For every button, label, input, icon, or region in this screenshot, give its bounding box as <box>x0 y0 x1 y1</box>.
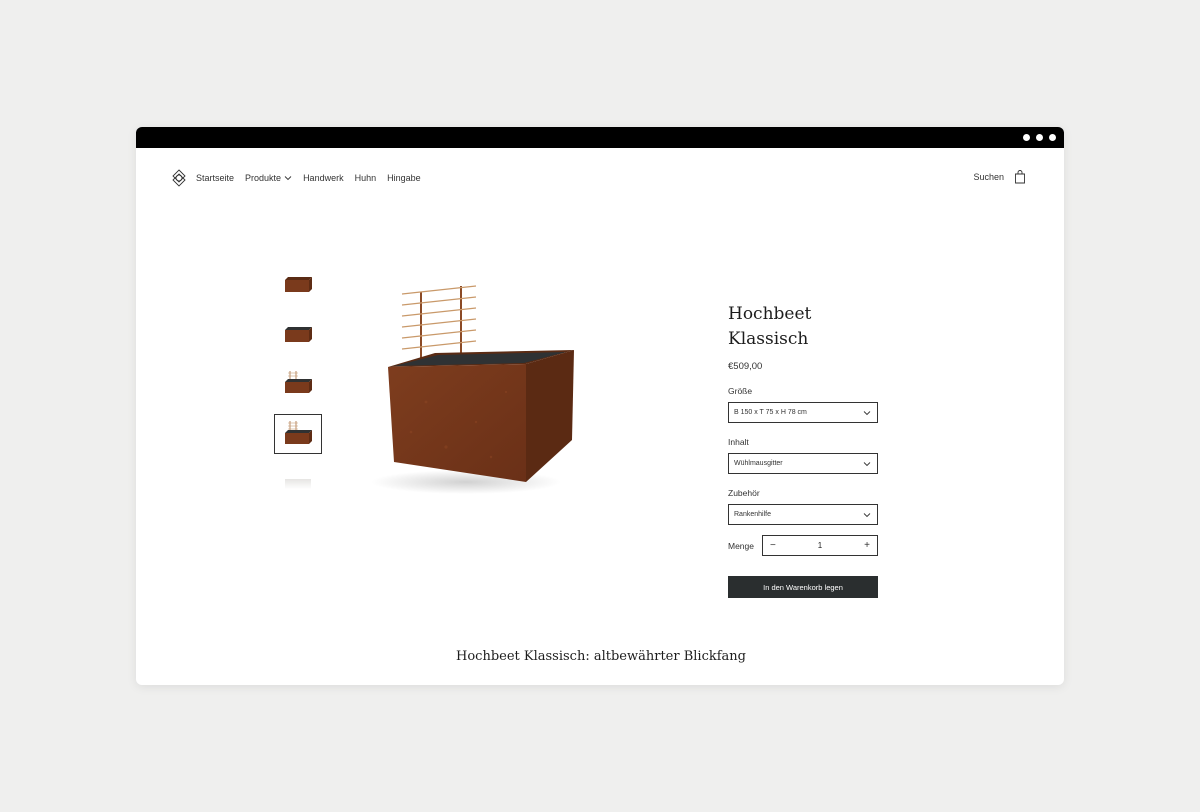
chevron-down-icon <box>863 512 871 517</box>
nav-link-hingabe[interactable]: Hingabe <box>387 173 421 183</box>
quantity-label: Menge <box>728 540 754 551</box>
product-price: €509,00 <box>728 361 763 372</box>
add-to-cart-button[interactable]: In den Warenkorb legen <box>728 576 878 598</box>
main-product-image <box>371 285 574 494</box>
quantity-row: Menge − 1 + <box>728 535 878 556</box>
section-heading: Hochbeet Klassisch: altbewährter Blickfa… <box>456 649 746 664</box>
thumbnail-5[interactable] <box>274 464 322 504</box>
product-title: Hochbeet Klassisch <box>728 302 878 352</box>
thumbnail-1[interactable] <box>274 264 322 304</box>
content-select-value: Wühlmausgitter <box>734 460 783 467</box>
product-title-line2: Klassisch <box>728 329 809 349</box>
content-label: Inhalt <box>728 437 749 447</box>
chevron-down-icon <box>863 410 871 415</box>
planter-thumbnail-image <box>285 277 312 292</box>
nav-link-produkte[interactable]: Produkte <box>245 173 292 183</box>
size-select-value: B 150 x T 75 x H 78 cm <box>734 409 807 416</box>
quantity-stepper[interactable]: − 1 + <box>762 535 878 556</box>
chevron-down-icon <box>863 461 871 466</box>
content-select[interactable]: Wühlmausgitter <box>728 453 878 474</box>
window-titlebar <box>136 127 1064 148</box>
nav-link-startseite[interactable]: Startseite <box>196 173 234 183</box>
product-title-line1: Hochbeet <box>728 304 812 324</box>
planter-thumbnail-image <box>285 421 312 444</box>
nav-link-produkte-label: Produkte <box>245 173 282 183</box>
search-link[interactable]: Suchen <box>973 172 1004 182</box>
browser-window: Startseite Produkte Handwerk Huhn Hingab… <box>136 127 1064 685</box>
size-label: Größe <box>728 386 753 396</box>
plus-icon[interactable]: + <box>864 540 870 551</box>
planter-thumbnail-image <box>285 327 312 342</box>
shopping-bag-icon[interactable] <box>1014 170 1026 184</box>
minus-icon[interactable]: − <box>770 540 776 551</box>
planter-thumbnail-image <box>285 479 311 489</box>
product-details: Hochbeet Klassisch €509,00 Größe B 150 x… <box>728 302 878 598</box>
accessory-select[interactable]: Rankenhilfe <box>728 504 878 525</box>
nav-link-handwerk[interactable]: Handwerk <box>303 173 344 183</box>
more-dots-icon[interactable] <box>1023 134 1056 141</box>
thumbnail-3[interactable] <box>274 364 322 404</box>
thumbnail-4[interactable] <box>274 414 322 454</box>
size-select[interactable]: B 150 x T 75 x H 78 cm <box>728 402 878 423</box>
chevron-down-icon <box>284 176 292 181</box>
accessory-label: Zubehör <box>728 488 760 498</box>
logo-icon[interactable] <box>170 169 188 187</box>
accessory-select-value: Rankenhilfe <box>734 511 771 518</box>
main-navigation: Startseite Produkte Handwerk Huhn Hingab… <box>170 169 1026 189</box>
nav-link-huhn[interactable]: Huhn <box>355 173 377 183</box>
thumbnail-2[interactable] <box>274 314 322 354</box>
planter-thumbnail-image <box>285 371 312 393</box>
quantity-value[interactable]: 1 <box>818 541 822 550</box>
